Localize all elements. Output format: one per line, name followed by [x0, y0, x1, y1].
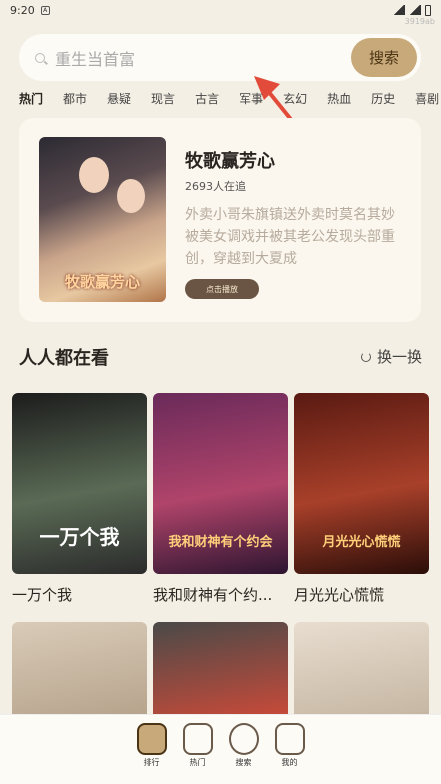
status-time: 9:20	[10, 3, 35, 17]
category-tab[interactable]: 热血	[327, 90, 351, 112]
drama-poster-title: 我和财神有个约会	[168, 535, 273, 550]
tab-label: 排行	[143, 758, 160, 767]
tab-film[interactable]: 排行	[136, 723, 168, 784]
film-icon	[136, 723, 167, 755]
tab-label: 我的	[281, 758, 298, 767]
drama-poster-title: 一万个我	[39, 525, 120, 549]
category-tab[interactable]: 喜剧	[415, 90, 439, 112]
status-icons	[393, 4, 431, 16]
drama-item[interactable]: 我和财神有个约会我和财神有个约...	[153, 393, 288, 605]
category-tab[interactable]: 热门	[19, 90, 43, 112]
poster-face	[117, 179, 145, 213]
search-input[interactable]: 重生当首富	[55, 46, 135, 70]
featured-poster-title: 牧歌赢芳心	[64, 273, 140, 291]
drama-title[interactable]: 一万个我	[12, 584, 147, 605]
drama-poster-title: 月光光心慌慌	[322, 535, 401, 550]
featured-card[interactable]: 牧歌赢芳心 牧歌赢芳心 2693人在追 外卖小哥朱旗镇送外卖时莫名其妙被美女调戏…	[19, 118, 421, 322]
corner-tag: 3919ab	[404, 17, 435, 26]
category-tab[interactable]: 军事	[239, 90, 263, 112]
search-button[interactable]: 搜索	[351, 38, 417, 77]
bottom-tab-bar: 排行 热门 搜索 我的	[0, 714, 441, 784]
refresh-icon	[360, 351, 371, 362]
search-bar[interactable]: 重生当首富 搜索	[19, 34, 421, 81]
profile-icon	[274, 723, 305, 755]
tab-profile[interactable]: 我的	[274, 723, 306, 784]
featured-title[interactable]: 牧歌赢芳心	[185, 147, 275, 173]
search-icon	[228, 723, 259, 755]
play-button[interactable]: 点击播放	[185, 279, 259, 299]
featured-viewers: 2693人在追	[185, 180, 246, 193]
notification-icon: A	[40, 5, 50, 15]
section-title: 人人都在看	[19, 348, 109, 369]
drama-poster[interactable]: 月光光心慌慌	[294, 393, 429, 574]
signal-icon	[409, 5, 421, 15]
tab-label: 搜索	[235, 758, 252, 767]
featured-description: 外卖小哥朱旗镇送外卖时莫名其妙被美女调戏并被其老公发现头部重创，穿越到大夏成	[185, 207, 395, 267]
refresh-button[interactable]: 换一换	[360, 346, 422, 367]
wifi-icon	[393, 5, 405, 15]
search-icon	[35, 52, 45, 63]
category-tab[interactable]: 都市	[63, 90, 87, 112]
status-bar: 9:20 A	[0, 0, 441, 20]
category-tab[interactable]: 玄幻	[283, 90, 307, 112]
category-tab[interactable]: 悬疑	[107, 90, 131, 112]
refresh-label: 换一换	[376, 348, 422, 366]
tab-label: 热门	[189, 758, 206, 767]
battery-icon	[425, 4, 431, 16]
tab-clapper[interactable]: 热门	[182, 723, 214, 784]
clapper-icon	[182, 723, 213, 755]
drama-poster[interactable]: 我和财神有个约会	[153, 393, 288, 574]
drama-item[interactable]: 月光光心慌慌 月光光心慌慌	[294, 393, 429, 605]
drama-item[interactable]: 一万个我 一万个我	[12, 393, 147, 605]
category-tabs: 热门都市悬疑现言古言军事玄幻热血历史喜剧动	[19, 90, 441, 112]
drama-title[interactable]: 我和财神有个约...	[153, 584, 288, 605]
category-tab[interactable]: 现言	[151, 90, 175, 112]
featured-poster[interactable]: 牧歌赢芳心	[39, 137, 166, 302]
drama-title[interactable]: 月光光心慌慌	[294, 584, 429, 605]
poster-face	[79, 157, 109, 193]
category-tab[interactable]: 古言	[195, 90, 219, 112]
category-tab[interactable]: 历史	[371, 90, 395, 112]
drama-poster[interactable]: 一万个我	[12, 393, 147, 574]
tab-search[interactable]: 搜索	[228, 723, 260, 784]
